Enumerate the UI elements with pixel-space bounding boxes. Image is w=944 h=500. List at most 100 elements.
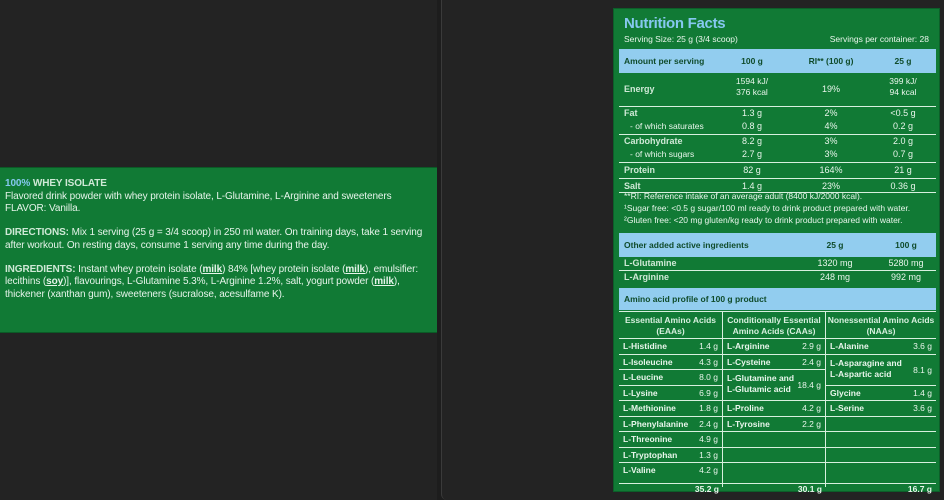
arginine-label: L-Arginine bbox=[624, 272, 669, 282]
protein-25g: 21 g bbox=[894, 165, 912, 175]
amino-header-label: Amino acid profile of 100 g product bbox=[624, 294, 767, 304]
amino-value: 18.4 g bbox=[797, 380, 821, 390]
table-row: L-Glutamine and L-Glutamic acid 18.4 g bbox=[723, 369, 825, 400]
naa-header: Nonessential Amino Acids (NAAs) bbox=[827, 315, 935, 336]
table-row: L-Valine 4.2 g bbox=[619, 462, 722, 478]
amino-name: L-Asparagine and L-Aspartic acid bbox=[830, 357, 902, 379]
table-row: L-Threonine 4.9 g bbox=[619, 431, 722, 447]
table-row: L-Phenylalanine 2.4 g bbox=[619, 415, 722, 432]
amino-name: L-Lysine bbox=[623, 387, 658, 398]
energy-label: Energy bbox=[624, 84, 655, 94]
saturates-label: - of which saturates bbox=[630, 121, 704, 131]
glutamine-100g: 5280 mg bbox=[888, 258, 924, 268]
sugars-100g: 2.7 g bbox=[741, 149, 763, 159]
footnote-ri: **RI: Reference intake of an average adu… bbox=[624, 191, 863, 201]
table-row: L-Alanine 3.6 g bbox=[826, 338, 936, 354]
glutamine-25g: 1320 mg bbox=[817, 258, 853, 268]
product-title: WHEY ISOLATE bbox=[30, 178, 107, 189]
allergen-milk: milk bbox=[374, 276, 394, 287]
energy-ri: 19% bbox=[821, 84, 840, 94]
nutrition-facts-panel: Nutrition Facts Serving Size: 25 g (3/4 … bbox=[613, 8, 940, 494]
glutamine-row: L-Glutamine 1320 mg 5280 mg bbox=[619, 257, 936, 269]
energy-25g-kj: 399 kJ/ bbox=[889, 76, 917, 86]
eaa-total: 35.2 g bbox=[694, 484, 719, 494]
fat-25g: <0.5 g bbox=[890, 108, 916, 118]
table-row: L-Asparagine and L-Aspartic acid 8.1 g bbox=[826, 353, 936, 385]
active-header-25g: 25 g bbox=[826, 240, 844, 250]
directions-label: DIRECTIONS: bbox=[5, 227, 69, 238]
fat-label: Fat bbox=[624, 108, 638, 118]
amino-name: L-Tyrosine bbox=[727, 418, 770, 429]
table-row bbox=[826, 446, 936, 463]
product-title-block: 100% WHEY ISOLATE Flavored drink powder … bbox=[5, 178, 429, 216]
amino-name: L-Leucine bbox=[623, 372, 664, 382]
energy-100g-kcal: 376 kcal bbox=[736, 87, 768, 97]
amino-value: 3.6 g bbox=[913, 341, 932, 351]
amino-totals-row: 35.2 g 30.1 g 16.7 g bbox=[619, 483, 936, 496]
amino-name: L-Tryptophan bbox=[623, 449, 678, 460]
table-row: L-Tyrosine 2.2 g bbox=[723, 415, 825, 432]
saturates-ri: 4% bbox=[824, 121, 838, 131]
amino-value: 8.0 g bbox=[699, 372, 718, 382]
energy-25g: 399 kJ/94 kcal bbox=[874, 76, 932, 98]
energy-25g-kcal: 94 kcal bbox=[889, 87, 917, 97]
protein-label: Protein bbox=[624, 165, 656, 175]
footnotes: **RI: Reference intake of an average adu… bbox=[619, 190, 936, 226]
product-description-text: Flavored drink powder with whey protein … bbox=[5, 190, 392, 202]
ingredients-text: )], flavourings, L-Glutamine 5.3%, L-Arg… bbox=[63, 276, 375, 287]
amino-value: 4.3 g bbox=[699, 356, 718, 367]
amino-name: L-Isoleucine bbox=[623, 356, 673, 367]
allergen-milk: milk bbox=[202, 263, 223, 275]
ingredients-text: ) 84% [whey protein isolate ( bbox=[222, 263, 346, 275]
energy-row: Energy 1594 kJ/376 kcal 19% 399 kJ/94 kc… bbox=[619, 73, 936, 105]
amino-name: L-Arginine bbox=[727, 341, 770, 351]
amino-value: 2.4 g bbox=[802, 356, 821, 367]
arginine-100g: 992 mg bbox=[890, 272, 922, 282]
serving-size: Serving Size: 25 g (3/4 scoop) bbox=[624, 34, 738, 44]
amino-value: 2.4 g bbox=[699, 418, 718, 429]
carbohydrate-label: Carbohydrate bbox=[624, 136, 683, 146]
flavor-text: FLAVOR: Vanilla. bbox=[5, 203, 81, 214]
table-row: L-Histidine 1.4 g bbox=[619, 338, 722, 354]
sugars-25g: 0.7 g bbox=[892, 149, 914, 159]
amino-value: 4.2 g bbox=[699, 465, 718, 475]
table-row bbox=[826, 431, 936, 447]
amino-value: 4.9 g bbox=[699, 434, 718, 444]
table-row bbox=[723, 431, 825, 447]
fat-rows: Fat 1.3 g 2% <0.5 g - of which saturates… bbox=[619, 106, 936, 134]
protein-100g: 82 g bbox=[743, 165, 761, 175]
arginine-row: L-Arginine 248 mg 992 mg bbox=[619, 270, 936, 284]
sugars-ri: 3% bbox=[824, 149, 838, 159]
table-row bbox=[826, 462, 936, 478]
table-row bbox=[723, 462, 825, 478]
nutrition-title: Nutrition Facts bbox=[624, 15, 726, 32]
active-header-100g: 100 g bbox=[895, 240, 917, 250]
amino-name: L-Proline bbox=[727, 403, 764, 413]
ingredients-block: INGREDIENTS: Instant whey protein isolat… bbox=[5, 264, 429, 302]
amino-value: 1.4 g bbox=[699, 341, 718, 351]
eaa-header: Essential Amino Acids (EAAs) bbox=[624, 315, 716, 336]
table-row: L-Serine 3.6 g bbox=[826, 400, 936, 416]
header-label: Amount per serving bbox=[624, 56, 705, 66]
header-ri: RI** (100 g) bbox=[808, 56, 854, 66]
protein-ri: 164% bbox=[819, 165, 843, 175]
amino-name: L-Threonine bbox=[623, 434, 673, 444]
table-row bbox=[826, 415, 936, 432]
footnote-gluten-free: ²Gluten free: <20 mg gluten/kg ready to … bbox=[624, 215, 903, 225]
ingredients-text: Instant whey protein isolate ( bbox=[75, 263, 203, 275]
ingredients-label: INGREDIENTS: bbox=[5, 263, 76, 275]
arginine-25g: 248 mg bbox=[819, 272, 851, 282]
amino-value: 6.9 g bbox=[699, 387, 718, 398]
eaa-column: Essential Amino Acids (EAAs) L-Histidine… bbox=[619, 312, 723, 487]
servings-per-container: Servings per container: 28 bbox=[829, 34, 929, 44]
carbohydrate-25g: 2.0 g bbox=[892, 136, 914, 146]
header-100g: 100 g bbox=[741, 56, 763, 66]
allergen-milk: milk bbox=[345, 263, 365, 275]
caa-total: 30.1 g bbox=[797, 484, 822, 494]
caa-column: Conditionally Essential Amino Acids (CAA… bbox=[723, 312, 826, 487]
amino-name: L-Glutamine and L-Glutamic acid bbox=[727, 373, 795, 394]
allergen-soy: soy bbox=[46, 276, 64, 287]
saturates-25g: 0.2 g bbox=[892, 121, 914, 131]
carbohydrate-100g: 8.2 g bbox=[741, 136, 763, 146]
saturates-100g: 0.8 g bbox=[741, 121, 763, 131]
